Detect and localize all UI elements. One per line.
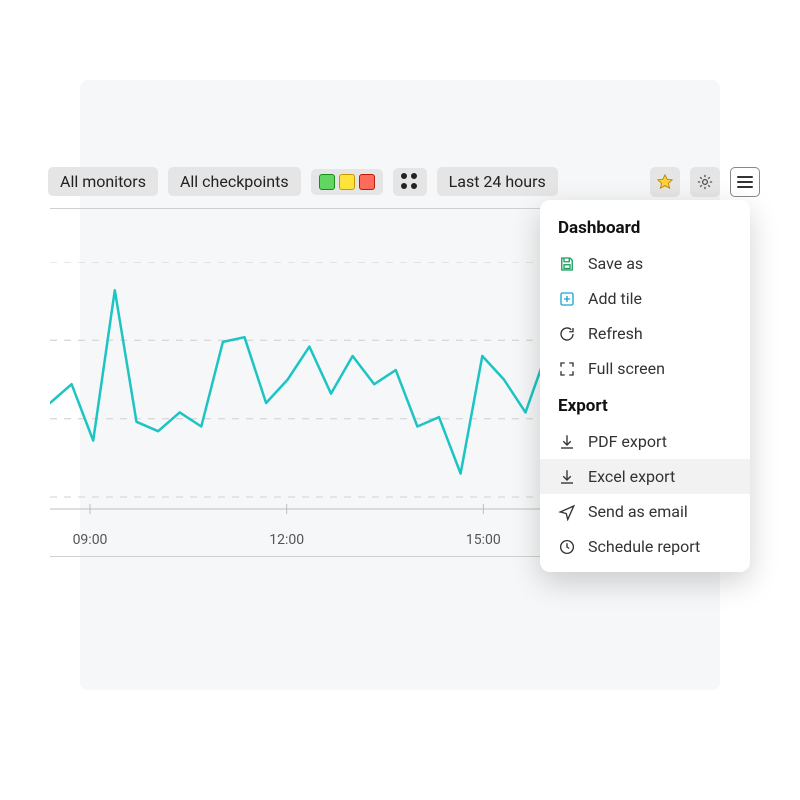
menu-item-label: Excel export — [588, 467, 675, 486]
menu-item-label: Refresh — [588, 324, 643, 343]
send-icon — [558, 503, 576, 521]
toolbar: All monitors All checkpoints Last 24 hou… — [48, 165, 760, 198]
menu-item-label: Full screen — [588, 359, 665, 378]
add-tile-icon — [558, 290, 576, 308]
status-ok-box — [319, 174, 335, 190]
menu-excel-export[interactable]: Excel export — [540, 459, 750, 494]
x-tick-label: 12:00 — [269, 532, 304, 548]
refresh-icon — [558, 325, 576, 343]
status-filter[interactable] — [311, 169, 383, 195]
download-icon — [558, 468, 576, 486]
menu-save-as[interactable]: Save as — [540, 246, 750, 281]
menu-item-label: Schedule report — [588, 537, 700, 556]
star-icon — [656, 173, 674, 191]
dashboard-menu-dropdown: Dashboard Save as Add tile Refresh — [540, 200, 750, 572]
grid-icon — [401, 173, 419, 191]
menu-item-label: Send as email — [588, 502, 688, 521]
fullscreen-icon — [558, 360, 576, 378]
menu-send-email[interactable]: Send as email — [540, 494, 750, 529]
menu-item-label: PDF export — [588, 432, 667, 451]
menu-refresh[interactable]: Refresh — [540, 316, 750, 351]
favorite-button[interactable] — [650, 167, 680, 197]
menu-schedule-report[interactable]: Schedule report — [540, 529, 750, 564]
dropdown-section-export: Export — [540, 386, 750, 424]
timerange-filter[interactable]: Last 24 hours — [437, 167, 558, 196]
clock-icon — [558, 538, 576, 556]
status-warn-box — [339, 174, 355, 190]
menu-add-tile[interactable]: Add tile — [540, 281, 750, 316]
download-icon — [558, 433, 576, 451]
gear-icon — [696, 173, 714, 191]
save-icon — [558, 255, 576, 273]
layout-grid-button[interactable] — [393, 168, 427, 196]
x-tick-label: 09:00 — [73, 532, 108, 548]
menu-pdf-export[interactable]: PDF export — [540, 424, 750, 459]
status-err-box — [359, 174, 375, 190]
menu-full-screen[interactable]: Full screen — [540, 351, 750, 386]
menu-button[interactable] — [730, 167, 760, 197]
menu-item-label: Save as — [588, 254, 643, 273]
menu-item-label: Add tile — [588, 289, 642, 308]
monitors-filter[interactable]: All monitors — [48, 167, 158, 196]
hamburger-icon — [737, 176, 753, 188]
dropdown-section-dashboard: Dashboard — [540, 214, 750, 246]
settings-button[interactable] — [690, 167, 720, 197]
checkpoints-filter[interactable]: All checkpoints — [168, 167, 301, 196]
x-tick-label: 15:00 — [466, 532, 501, 548]
